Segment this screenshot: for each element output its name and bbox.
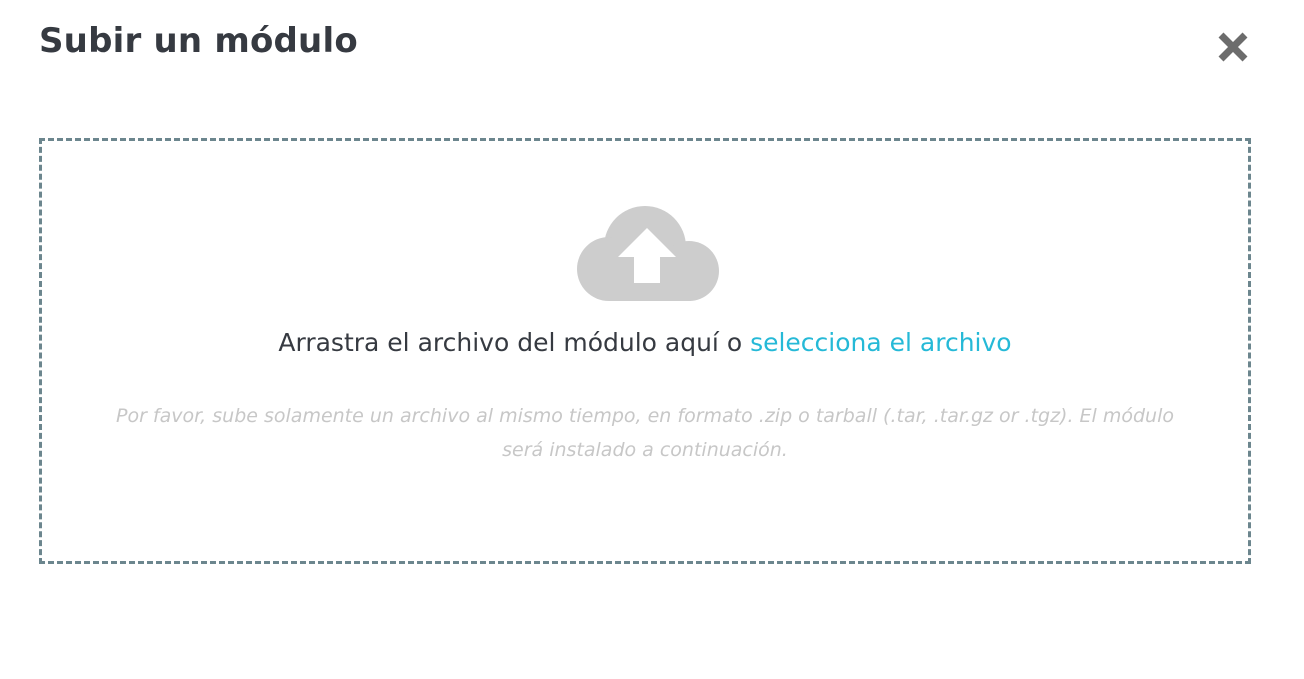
upload-help-text: Por favor, sube solamente un archivo al … — [115, 405, 1175, 461]
close-icon — [1218, 32, 1248, 62]
close-button[interactable] — [1212, 26, 1254, 68]
drop-prompt-text: Arrastra el archivo del módulo aquí o — [278, 328, 751, 357]
file-dropzone[interactable]: Arrastra el archivo del módulo aquí o se… — [39, 138, 1251, 564]
select-file-link[interactable]: selecciona el archivo — [750, 328, 1012, 357]
drop-instructions: Arrastra el archivo del módulo aquí o se… — [42, 326, 1248, 360]
cloud-upload-icon — [577, 206, 719, 301]
modal-title: Subir un módulo — [39, 21, 358, 61]
